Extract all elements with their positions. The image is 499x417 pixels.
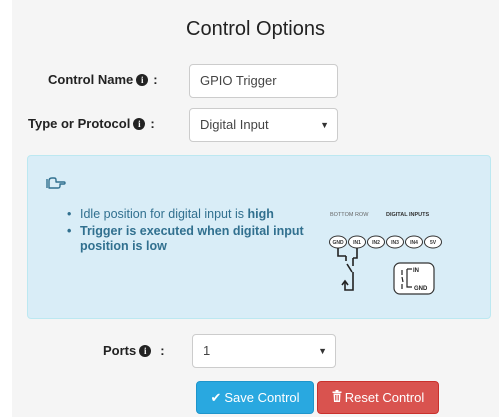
info-bullet: Idle position for digital input is high [66, 207, 306, 222]
in-label: IN [413, 268, 419, 274]
bullet-text: Idle position for digital input is [80, 207, 248, 221]
colon: : [160, 343, 165, 358]
control-name-label: Control Name i : [48, 72, 158, 87]
control-options-panel: Control Options Control Name i : GPIO Tr… [12, 0, 499, 417]
pin-label: IN4 [410, 240, 418, 246]
control-name-value: GPIO Trigger [200, 73, 277, 88]
type-protocol-value: Digital Input [200, 117, 269, 132]
info-icon[interactable]: i [133, 117, 146, 130]
trash-icon [332, 390, 342, 405]
gnd-label: GND [414, 286, 428, 292]
info-box: Idle position for digital input is high … [27, 155, 491, 319]
info-icon[interactable]: i [139, 344, 152, 357]
gpio-diagram: BOTTOM ROW DIGITAL INPUTS GND IN1 IN2 IN… [329, 212, 442, 295]
type-protocol-label-text: Type or Protocol [28, 116, 131, 131]
type-protocol-select[interactable]: Digital Input ▼ [189, 108, 338, 142]
pin-label: 5V [430, 240, 437, 246]
pin-row: GND IN1 IN2 IN3 IN4 5V [329, 235, 442, 249]
info-icon[interactable]: i [136, 73, 149, 86]
save-control-button[interactable]: ✔ Save Control [196, 381, 314, 414]
switch-wiring [337, 248, 358, 291]
digital-inputs-label: DIGITAL INPUTS [386, 212, 430, 218]
ports-value: 1 [203, 343, 211, 358]
chevron-down-icon: ▼ [318, 346, 327, 356]
control-name-label-text: Control Name [48, 72, 134, 87]
colon: : [153, 72, 158, 87]
chevron-down-icon: ▼ [320, 120, 329, 130]
save-button-label: Save Control [224, 390, 300, 405]
check-icon: ✔ [210, 389, 222, 405]
info-bullet: Trigger is executed when digital input p… [66, 224, 306, 254]
pin-label: IN1 [353, 240, 361, 246]
pointing-hand-icon [46, 176, 66, 195]
page-title: Control Options [186, 18, 325, 40]
colon: : [150, 116, 155, 131]
control-name-input[interactable]: GPIO Trigger [189, 64, 338, 98]
bullet-bold-text: high [247, 207, 274, 221]
ports-label-text: Ports [103, 343, 137, 358]
reset-button-label: Reset Control [344, 390, 425, 405]
pin-label: IN3 [391, 240, 399, 246]
info-bullets: Idle position for digital input is high … [66, 207, 306, 256]
pin-label: GND [332, 240, 344, 246]
bottom-row-label: BOTTOM ROW [330, 212, 369, 218]
ports-select[interactable]: 1 ▼ [192, 334, 336, 368]
reset-control-button[interactable]: Reset Control [317, 381, 439, 414]
pin-label: IN2 [372, 240, 380, 246]
type-protocol-label: Type or Protocol i : [28, 116, 155, 131]
ports-label: Ports i : [103, 343, 165, 358]
